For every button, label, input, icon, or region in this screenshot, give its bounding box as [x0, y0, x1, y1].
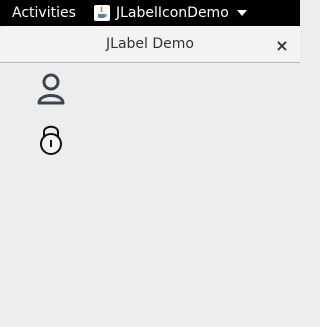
app-menu[interactable]: JLabelIconDemo — [94, 4, 247, 22]
close-icon: × — [275, 35, 289, 55]
app-window: JLabel Demo × — [0, 26, 300, 327]
lock-icon-label — [38, 122, 64, 156]
app-menu-label: JLabelIconDemo — [116, 5, 229, 21]
user-icon-label — [36, 72, 66, 106]
lock-icon — [40, 125, 62, 155]
java-icon — [94, 5, 110, 21]
activities-button[interactable]: Activities — [12, 4, 76, 22]
close-button[interactable]: × — [272, 35, 292, 55]
window-titlebar[interactable]: JLabel Demo × — [0, 26, 300, 63]
user-icon — [37, 73, 65, 105]
gnome-top-bar: Activities JLabelIconDemo — [0, 0, 300, 26]
chevron-down-icon — [236, 10, 247, 16]
window-title: JLabel Demo — [106, 36, 194, 52]
